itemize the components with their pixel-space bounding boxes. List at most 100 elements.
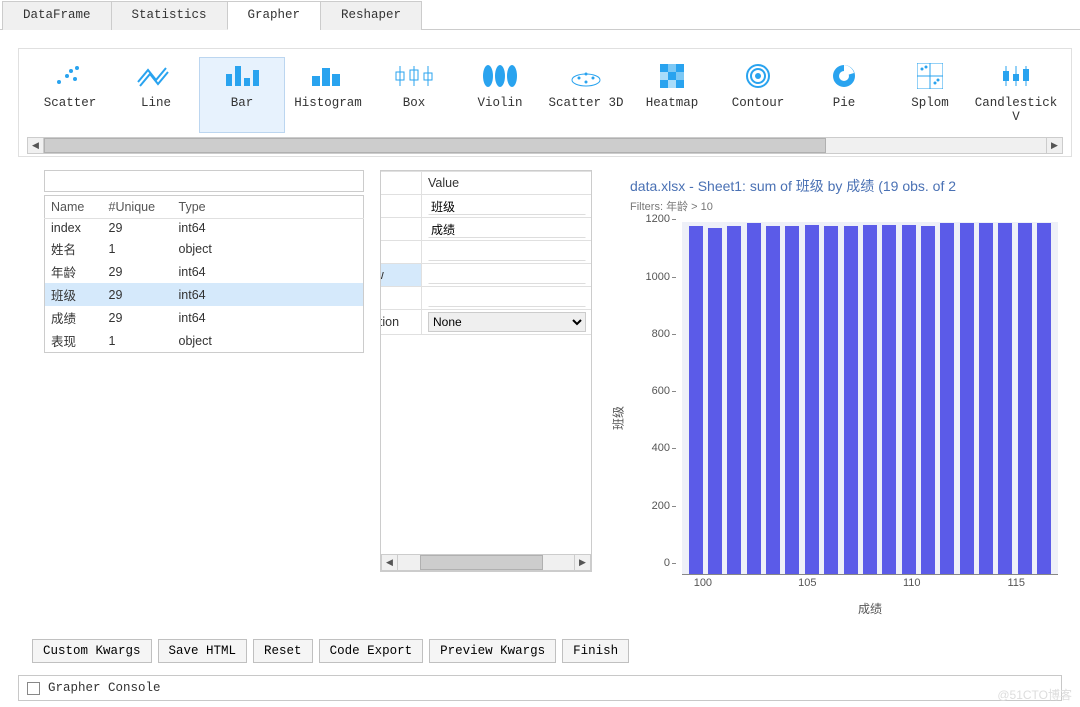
console-toggle-row[interactable]: Grapher Console [18, 675, 1062, 701]
bar [1037, 223, 1051, 574]
y-tick: 800 [652, 328, 670, 340]
tab-reshaper[interactable]: Reshaper [320, 1, 422, 30]
chart-type-label: Contour [716, 96, 800, 110]
chart-type-label: Violin [458, 96, 542, 110]
config-table[interactable]: ame Value olor cet_row cet_col ggregatio… [380, 171, 592, 335]
field-filter-input[interactable] [44, 170, 364, 192]
config-scrollbar[interactable]: ◀ ▶ [381, 554, 591, 571]
chart-type-histogram[interactable]: Histogram [285, 57, 371, 133]
cfg-agg-select[interactable]: None [428, 312, 586, 332]
scroll-right-icon[interactable]: ▶ [574, 554, 591, 571]
chart-type-label: Histogram [286, 96, 370, 110]
scroll-thumb[interactable] [44, 138, 826, 153]
chart-type-scatter[interactable]: Scatter [27, 57, 113, 133]
cfg-y-input[interactable] [428, 220, 586, 238]
reset-button[interactable]: Reset [253, 639, 313, 663]
watermark: @51CTO博客 [997, 686, 1072, 703]
cfg-col-value: Value [422, 172, 593, 195]
console-checkbox[interactable] [27, 682, 40, 695]
y-axis: 020040060080010001200 [622, 220, 676, 575]
save-html-button[interactable]: Save HTML [158, 639, 248, 663]
scroll-thumb[interactable] [420, 555, 543, 570]
chart-type-label: Scatter 3D [544, 96, 628, 110]
chart-type-line[interactable]: Line [113, 57, 199, 133]
scroll-right-icon[interactable]: ▶ [1046, 137, 1063, 154]
box-icon [394, 64, 434, 88]
chart-preview-panel: data.xlsx - Sheet1: sum of 班级 by 成绩 (19 … [614, 170, 1070, 635]
chart-type-violin[interactable]: Violin [457, 57, 543, 133]
bar [689, 226, 703, 574]
cfg-x-input[interactable] [428, 197, 586, 215]
table-row[interactable]: 年龄29int64 [45, 260, 364, 283]
tab-dataframe[interactable]: DataFrame [2, 1, 112, 30]
chart-type-contour[interactable]: Contour [715, 57, 801, 133]
chart-type-label: Box [372, 96, 456, 110]
chart-type-splom[interactable]: Splom [887, 57, 973, 133]
table-row[interactable]: index29int64 [45, 219, 364, 238]
chart-type-bar[interactable]: Bar [199, 57, 285, 133]
chart-type-panel: Scatter Line Bar Histogram Box Violin Sc… [18, 48, 1072, 157]
x-axis-label: 成绩 [682, 600, 1058, 617]
ribbon-scrollbar[interactable]: ◀ ▶ [27, 137, 1063, 154]
candlestick-icon [999, 64, 1033, 88]
bar [979, 223, 993, 574]
x-axis: 100105110115 [682, 575, 1058, 599]
y-tick: 1000 [646, 271, 670, 283]
bar [708, 228, 722, 574]
chart-type-box[interactable]: Box [371, 57, 457, 133]
bar [863, 225, 877, 574]
chart-type-candlestick[interactable]: Candlestick V [973, 57, 1059, 133]
chart-type-heatmap[interactable]: Heatmap [629, 57, 715, 133]
chart-type-scatter3d[interactable]: Scatter 3D [543, 57, 629, 133]
scroll-track[interactable] [398, 554, 574, 571]
cfg-color-input[interactable] [428, 243, 586, 261]
custom-kwargs-button[interactable]: Custom Kwargs [32, 639, 152, 663]
scatter3d-icon [569, 64, 603, 88]
cfg-facetrow-input[interactable] [428, 266, 586, 284]
main-tab-bar: DataFrame Statistics Grapher Reshaper [0, 0, 1080, 30]
bar [998, 223, 1012, 574]
chart-type-pie[interactable]: Pie [801, 57, 887, 133]
tab-statistics[interactable]: Statistics [111, 1, 228, 30]
col-name: Name [45, 196, 103, 219]
scroll-track[interactable] [44, 137, 1046, 154]
chart-type-label: Candlestick V [974, 96, 1058, 124]
finish-button[interactable]: Finish [562, 639, 629, 663]
contour-icon [744, 64, 772, 88]
cfg-facetcol-input[interactable] [428, 289, 586, 307]
bar [766, 226, 780, 574]
bar [824, 226, 838, 574]
chart-type-ribbon: Scatter Line Bar Histogram Box Violin Sc… [27, 57, 1063, 133]
chart-type-label: Pie [802, 96, 886, 110]
bar [1018, 223, 1032, 574]
table-row[interactable]: 成绩29int64 [45, 306, 364, 329]
x-tick: 105 [798, 577, 816, 589]
chart-type-label: Splom [888, 96, 972, 110]
bar [960, 223, 974, 574]
chart-type-label: Scatter [28, 96, 112, 110]
grapher-config-panel: ame Value olor cet_row cet_col ggregatio… [380, 170, 592, 572]
preview-kwargs-button[interactable]: Preview Kwargs [429, 639, 556, 663]
code-export-button[interactable]: Code Export [319, 639, 424, 663]
tab-grapher[interactable]: Grapher [227, 1, 322, 30]
filters-expr: 年龄 > 10 [666, 201, 713, 213]
cfg-key: olor [380, 241, 422, 264]
chart-filters: Filters: 年龄 > 10 [630, 198, 1070, 214]
heatmap-icon [660, 64, 684, 88]
console-label: Grapher Console [48, 681, 161, 695]
chart-type-label: Heatmap [630, 96, 714, 110]
scroll-left-icon[interactable]: ◀ [27, 137, 44, 154]
table-row[interactable]: 姓名1object [45, 237, 364, 260]
col-unique: #Unique [103, 196, 173, 219]
filters-label: Filters: [630, 201, 663, 213]
fields-table[interactable]: Name #Unique Type index29int64姓名1object年… [44, 195, 364, 353]
scroll-left-icon[interactable]: ◀ [381, 554, 398, 571]
line-icon [136, 64, 176, 88]
bar [727, 226, 741, 574]
table-row[interactable]: 班级29int64 [45, 283, 364, 306]
y-tick: 400 [652, 442, 670, 454]
y-tick: 200 [652, 500, 670, 512]
pie-icon [831, 63, 857, 89]
table-row[interactable]: 表现1object [45, 329, 364, 353]
bar [785, 226, 799, 574]
